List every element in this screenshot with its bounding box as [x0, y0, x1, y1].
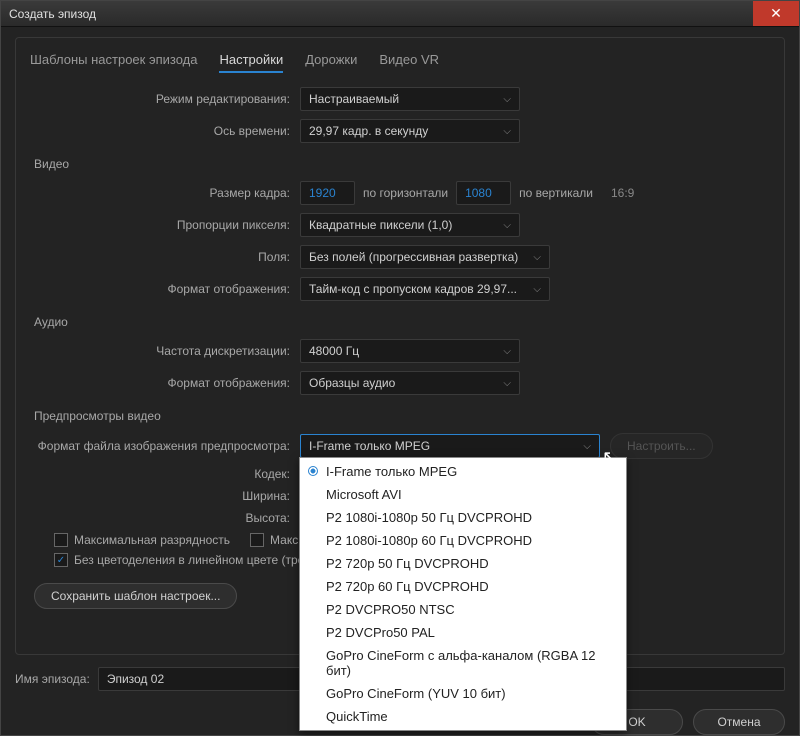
select-pixel-aspect[interactable]: Квадратные пиксели (1,0) ⌵	[300, 213, 520, 237]
row-sample-rate: Частота дискретизации: 48000 Гц ⌵	[30, 339, 770, 363]
section-video-previews: Предпросмотры видео	[34, 409, 770, 423]
row-display-format-audio: Формат отображения: Образцы аудио ⌵	[30, 371, 770, 395]
label-frame-size: Размер кадра:	[30, 186, 300, 200]
input-frame-width[interactable]	[300, 181, 355, 205]
section-video: Видео	[34, 157, 770, 171]
select-timebase-value: 29,97 кадр. в секунду	[309, 124, 428, 138]
row-preview-file-format: Формат файла изображения предпросмотра: …	[30, 433, 770, 459]
checkbox-max-bit-depth-label: Максимальная разрядность	[74, 533, 230, 547]
section-audio: Аудио	[34, 315, 770, 329]
dropdown-item[interactable]: Microsoft AVI	[300, 483, 626, 506]
dropdown-item[interactable]: P2 1080i-1080p 50 Гц DVCPROHD	[300, 506, 626, 529]
select-timebase[interactable]: 29,97 кадр. в секунду ⌵	[300, 119, 520, 143]
label-edit-mode: Режим редактирования:	[30, 92, 300, 106]
dropdown-item[interactable]: I-Frame только MPEG	[300, 460, 626, 483]
select-edit-mode[interactable]: Настраиваемый ⌵	[300, 87, 520, 111]
chevron-down-icon: ⌵	[503, 126, 511, 137]
row-edit-mode: Режим редактирования: Настраиваемый ⌵	[30, 87, 770, 111]
select-sample-rate-value: 48000 Гц	[309, 344, 359, 358]
dropdown-item[interactable]: P2 720p 50 Гц DVCPROHD	[300, 552, 626, 575]
chevron-down-icon: ⌵	[503, 220, 511, 231]
checkbox-linear-color[interactable]: Без цветоделения в линейном цвете (требу	[54, 553, 317, 567]
label-vertical: по вертикали	[519, 186, 593, 200]
chevron-down-icon: ⌵	[533, 252, 541, 263]
dropdown-item[interactable]: QuickTime	[300, 705, 626, 728]
select-fields-value: Без полей (прогрессивная развертка)	[309, 250, 518, 264]
chevron-down-icon: ⌵	[533, 284, 541, 295]
input-frame-height[interactable]	[456, 181, 511, 205]
checkbox-max-bit-depth[interactable]: Максимальная разрядность	[54, 533, 230, 547]
select-edit-mode-value: Настраиваемый	[309, 92, 399, 106]
aspect-ratio: 16:9	[611, 186, 634, 200]
select-preview-file-format[interactable]: I-Frame только MPEG ⌵	[300, 434, 600, 458]
label-width: Ширина:	[30, 489, 300, 503]
label-episode-name: Имя эпизода:	[15, 672, 90, 686]
select-display-format-v-value: Тайм-код с пропуском кадров 29,97...	[309, 282, 517, 296]
checkbox-icon	[250, 533, 264, 547]
tab-templates[interactable]: Шаблоны настроек эпизода	[30, 52, 197, 73]
preview-format-dropdown: I-Frame только MPEG Microsoft AVI P2 108…	[299, 457, 627, 731]
label-display-format-v: Формат отображения:	[30, 282, 300, 296]
select-display-format-a[interactable]: Образцы аудио ⌵	[300, 371, 520, 395]
dropdown-item[interactable]: P2 DVCPRO50 NTSC	[300, 598, 626, 621]
close-icon: ✕	[770, 5, 782, 22]
label-horizontal: по горизонтали	[363, 186, 448, 200]
checkbox-checked-icon	[54, 553, 68, 567]
dropdown-item[interactable]: P2 720p 60 Гц DVCPROHD	[300, 575, 626, 598]
label-height: Высота:	[30, 511, 300, 525]
chevron-down-icon: ⌵	[503, 94, 511, 105]
select-pixel-aspect-value: Квадратные пиксели (1,0)	[309, 218, 452, 232]
select-display-format-a-value: Образцы аудио	[309, 376, 395, 390]
tab-settings[interactable]: Настройки	[219, 52, 283, 73]
select-preview-file-format-value: I-Frame только MPEG	[309, 439, 430, 453]
configure-button: Настроить...	[610, 433, 713, 459]
row-timebase: Ось времени: 29,97 кадр. в секунду ⌵	[30, 119, 770, 143]
row-display-format-video: Формат отображения: Тайм-код с пропуском…	[30, 277, 770, 301]
dropdown-item[interactable]: P2 1080i-1080p 60 Гц DVCPROHD	[300, 529, 626, 552]
chevron-down-icon: ⌵	[583, 441, 591, 452]
tab-bar: Шаблоны настроек эпизода Настройки Дорож…	[30, 52, 770, 73]
label-codec: Кодек:	[30, 467, 300, 481]
label-pixel-aspect: Пропорции пикселя:	[30, 218, 300, 232]
dropdown-item[interactable]: GoPro CineForm с альфа-каналом (RGBA 12 …	[300, 644, 626, 682]
row-frame-size: Размер кадра: по горизонтали по вертикал…	[30, 181, 770, 205]
chevron-down-icon: ⌵	[503, 346, 511, 357]
dropdown-item[interactable]: GoPro CineForm (YUV 10 бит)	[300, 682, 626, 705]
tab-tracks[interactable]: Дорожки	[305, 52, 357, 73]
select-display-format-v[interactable]: Тайм-код с пропуском кадров 29,97... ⌵	[300, 277, 550, 301]
checkbox-icon	[54, 533, 68, 547]
dialog-body: Шаблоны настроек эпизода Настройки Дорож…	[1, 27, 799, 735]
label-display-format-a: Формат отображения:	[30, 376, 300, 390]
titlebar-buttons: ✕	[753, 1, 799, 26]
label-sample-rate: Частота дискретизации:	[30, 344, 300, 358]
select-fields[interactable]: Без полей (прогрессивная развертка) ⌵	[300, 245, 550, 269]
save-template-button[interactable]: Сохранить шаблон настроек...	[34, 583, 237, 609]
label-fields: Поля:	[30, 250, 300, 264]
window-title: Создать эпизод	[9, 7, 96, 21]
dropdown-item[interactable]: P2 DVCPro50 PAL	[300, 621, 626, 644]
tab-vr[interactable]: Видео VR	[379, 52, 439, 73]
chevron-down-icon: ⌵	[503, 378, 511, 389]
close-button[interactable]: ✕	[753, 1, 799, 26]
titlebar: Создать эпизод ✕	[1, 1, 799, 27]
select-sample-rate[interactable]: 48000 Гц ⌵	[300, 339, 520, 363]
row-fields: Поля: Без полей (прогрессивная развертка…	[30, 245, 770, 269]
checkbox-linear-color-label: Без цветоделения в линейном цвете (требу	[74, 553, 317, 567]
dialog-window: Создать эпизод ✕ Шаблоны настроек эпизод…	[0, 0, 800, 736]
label-preview-file-format: Формат файла изображения предпросмотра:	[30, 439, 300, 453]
label-timebase: Ось времени:	[30, 124, 300, 138]
cancel-button[interactable]: Отмена	[693, 709, 785, 735]
row-pixel-aspect: Пропорции пикселя: Квадратные пиксели (1…	[30, 213, 770, 237]
